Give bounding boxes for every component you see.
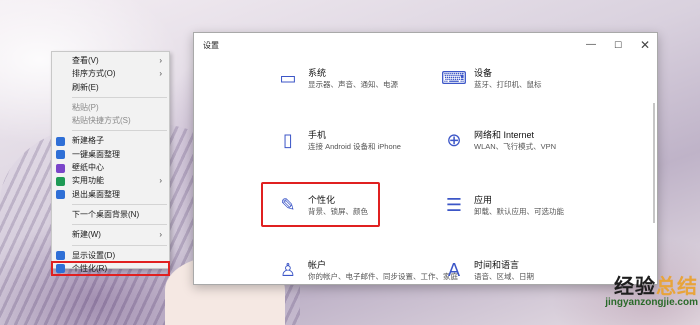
personalize-icon: [56, 264, 65, 274]
menu-separator: [72, 96, 167, 98]
submenu-arrow-icon: ›: [159, 230, 162, 240]
watermark-url: jingyanzongjie.com: [605, 297, 698, 308]
menu-item[interactable]: 实用功能 ›: [52, 174, 169, 187]
desktop-context-menu: 查看(V) › 排序方式(O) › 刷新(E) 粘贴(P) 粘贴快捷方式(S) 新建格子一键桌…: [51, 51, 170, 277]
menu-item-label: 查看(V): [72, 56, 99, 65]
menu-item[interactable]: 显示设置(D): [52, 249, 169, 262]
tile-desc: 显示器、声音、通知、电源: [308, 80, 398, 89]
menu-item[interactable]: 粘贴(P): [52, 101, 169, 114]
menu-item-label: 排序方式(O): [72, 69, 116, 79]
menu-item[interactable]: 排序方式(O) ›: [52, 67, 169, 80]
menu-separator: [72, 244, 167, 246]
tile-title: 个性化: [308, 195, 336, 205]
submenu-arrow-icon: ›: [159, 69, 162, 79]
menu-item-label: 显示设置(D): [72, 250, 116, 260]
menu-item[interactable]: 下一个桌面背景(N): [52, 208, 169, 221]
tile-desc: 卸载、默认应用、可选功能: [474, 207, 564, 216]
tile-desc: 蓝牙、打印机、鼠标: [474, 80, 542, 89]
menu-separator: [72, 224, 167, 226]
tile-title: 应用: [474, 195, 493, 205]
menu-item-label: 粘贴(P): [72, 102, 99, 112]
minimize-button[interactable]: —: [579, 37, 603, 53]
close-button[interactable]: ✕: [633, 37, 657, 53]
menu-separator: [72, 130, 167, 132]
menu-item[interactable]: 新建(W) ›: [52, 228, 169, 241]
maximize-button[interactable]: ☐: [606, 37, 630, 53]
submenu-arrow-icon: ›: [159, 56, 162, 65]
watermark-text-left: 经验: [614, 274, 656, 298]
scrollbar[interactable]: [653, 103, 655, 223]
tile-network[interactable]: ⊕ 网络和 Internet WLAN、飞行模式、VPN: [440, 127, 640, 175]
apps-icon: ☰: [445, 195, 463, 216]
tile-title: 设备: [474, 68, 493, 78]
tile-desc: 背景、锁屏、颜色: [308, 207, 368, 216]
exit-tidy-icon: [56, 190, 65, 200]
title-bar[interactable]: 设置 — ☐ ✕: [194, 33, 657, 57]
settings-window: 设置 — ☐ ✕ ▭ 系统 显示器、声音、通知、电源 ⌨ 设备 蓝牙、打印机、鼠…: [193, 32, 658, 285]
watermark-text-right: 总结: [656, 274, 698, 298]
menu-item-label: 实用功能: [72, 176, 104, 186]
tile-title: 时间和语言: [474, 260, 520, 270]
tile-title: 网络和 Internet: [474, 130, 535, 140]
menu-item-label: 刷新(E): [72, 82, 99, 92]
laptop-icon: ▭: [279, 68, 297, 89]
menu-item-label: 新建(W): [72, 230, 101, 240]
menu-item-label: 退出桌面整理: [72, 189, 120, 199]
menu-item-label: 下一个桌面背景(N): [72, 209, 140, 219]
watermark: 经验总结 jingyanzongjie.com: [568, 270, 698, 308]
menu-item[interactable]: 查看(V) ›: [52, 54, 169, 67]
menu-item[interactable]: 一键桌面整理: [52, 148, 169, 161]
personalization-icon: ✎: [280, 195, 296, 216]
account-icon: ♙: [279, 260, 297, 281]
tile-title: 手机: [308, 130, 327, 140]
menu-item[interactable]: 退出桌面整理: [52, 188, 169, 201]
devices-icon: ⌨: [441, 68, 467, 89]
menu-separator: [72, 203, 167, 205]
wallpaper-center-icon: [56, 163, 65, 173]
menu-item[interactable]: 刷新(E): [52, 81, 169, 94]
menu-item-label: 一键桌面整理: [72, 149, 120, 159]
menu-item-label: 个性化(R): [72, 263, 108, 273]
tile-desc: 语音、区域、日期: [474, 272, 534, 281]
tile-desc: WLAN、飞行模式、VPN: [474, 142, 557, 151]
tile-apps[interactable]: ☰ 应用 卸载、默认应用、可选功能: [440, 192, 640, 240]
window-title: 设置: [203, 41, 219, 50]
watermark-logo: 经验总结: [568, 270, 698, 299]
tile-desc: 连接 Android 设备和 iPhone: [308, 142, 401, 151]
menu-item[interactable]: 粘贴快捷方式(S): [52, 114, 169, 127]
menu-item-label: 粘贴快捷方式(S): [72, 116, 131, 126]
menu-item[interactable]: 个性化(R): [51, 260, 170, 277]
tile-title: 帐户: [308, 260, 327, 270]
new-grid-icon: [56, 136, 65, 146]
menu-item-label: 壁纸中心: [72, 163, 104, 173]
phone-icon: ▯: [283, 130, 293, 151]
menu-item[interactable]: 新建格子: [52, 134, 169, 147]
menu-item[interactable]: 壁纸中心: [52, 161, 169, 174]
desktop-tidy-icon: [56, 150, 65, 160]
time-language-icon: A: [447, 260, 461, 281]
tile-desc: 你的帐户、电子邮件、同步设置、工作、家庭: [308, 272, 458, 281]
menu-item-label: 新建格子: [72, 136, 104, 146]
submenu-arrow-icon: ›: [159, 176, 162, 186]
tile-devices[interactable]: ⌨ 设备 蓝牙、打印机、鼠标: [440, 65, 640, 113]
display-settings-icon: [56, 251, 65, 261]
globe-icon: ⊕: [446, 130, 462, 151]
tile-title: 系统: [308, 68, 327, 78]
tools-icon: [56, 176, 65, 186]
